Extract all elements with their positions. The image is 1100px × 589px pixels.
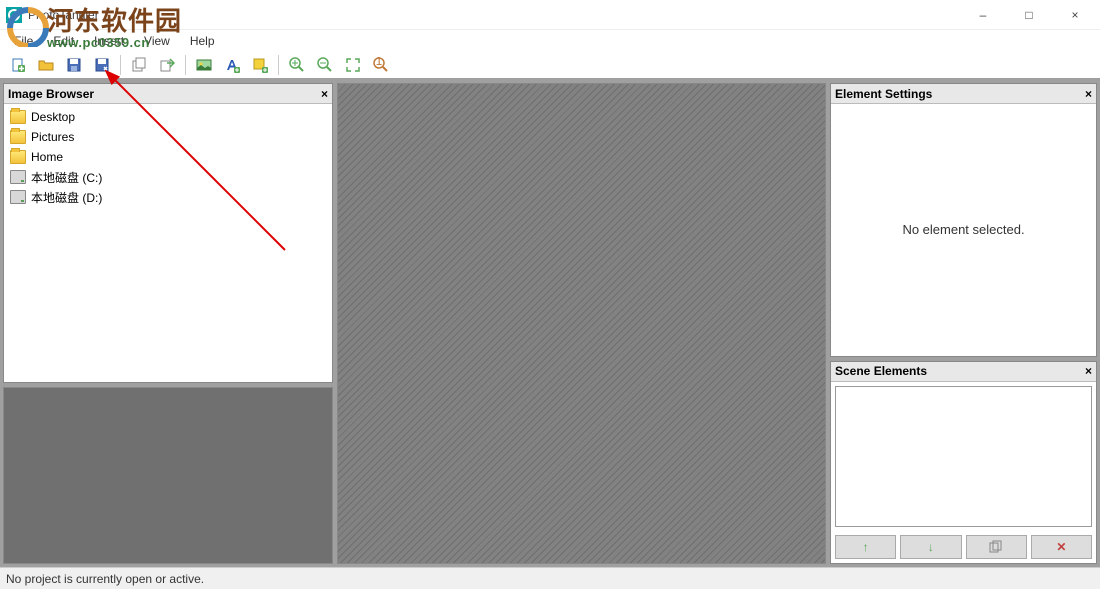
drive-icon <box>10 190 26 204</box>
folder-icon <box>10 110 26 124</box>
image-browser-panel: Image Browser × Desktop Pictures Home 本地… <box>3 83 333 383</box>
tree-item-home[interactable]: Home <box>4 147 332 167</box>
zoom-out-button[interactable] <box>313 53 337 77</box>
tree-label: 本地磁盘 (C:) <box>31 169 102 186</box>
menu-view[interactable]: View <box>134 32 180 50</box>
export-button[interactable] <box>155 53 179 77</box>
scene-buttons: ↑ ↓ ✕ <box>831 531 1096 563</box>
scene-elements-title: Scene Elements <box>835 364 927 378</box>
statusbar: No project is currently open or active. <box>0 567 1100 589</box>
window-buttons: – □ × <box>960 0 1098 30</box>
tree-label: Home <box>31 150 63 164</box>
preview-pane <box>3 387 333 564</box>
toolbar-separator <box>120 55 121 75</box>
menu-help[interactable]: Help <box>180 32 225 50</box>
image-browser-title: Image Browser <box>8 87 94 101</box>
tree-item-drive-d[interactable]: 本地磁盘 (D:) <box>4 187 332 207</box>
element-settings-title: Element Settings <box>835 87 932 101</box>
titlebar: PhotoTangler – □ × <box>0 0 1100 30</box>
folder-icon <box>10 150 26 164</box>
element-settings-panel: Element Settings × No element selected. <box>830 83 1097 357</box>
zoom-fit-button[interactable] <box>341 53 365 77</box>
delete-element-button[interactable]: ✕ <box>1031 535 1092 559</box>
scene-elements-panel: Scene Elements × ↑ ↓ ✕ <box>830 361 1097 564</box>
zoom-in-button[interactable] <box>285 53 309 77</box>
scene-elements-close-icon[interactable]: × <box>1085 364 1092 378</box>
right-column: Element Settings × No element selected. … <box>830 83 1097 564</box>
menu-edit[interactable]: Edit <box>43 32 84 50</box>
open-button[interactable] <box>34 53 58 77</box>
scene-elements-list[interactable] <box>835 386 1092 527</box>
menu-file[interactable]: File <box>4 32 43 50</box>
app-title: PhotoTangler <box>28 8 99 22</box>
save-button[interactable] <box>62 53 86 77</box>
toolbar: 1 <box>0 52 1100 80</box>
tree-label: 本地磁盘 (D:) <box>31 189 102 206</box>
toolbar-separator <box>185 55 186 75</box>
tree-item-drive-c[interactable]: 本地磁盘 (C:) <box>4 167 332 187</box>
element-settings-close-icon[interactable]: × <box>1085 87 1092 101</box>
insert-shape-button[interactable] <box>248 53 272 77</box>
element-settings-header: Element Settings × <box>831 84 1096 104</box>
tree-label: Desktop <box>31 110 75 124</box>
tree-item-desktop[interactable]: Desktop <box>4 107 332 127</box>
drive-icon <box>10 170 26 184</box>
new-project-button[interactable] <box>6 53 30 77</box>
zoom-actual-button[interactable]: 1 <box>369 53 393 77</box>
app-icon <box>6 7 22 23</box>
scene-elements-header: Scene Elements × <box>831 362 1096 382</box>
move-down-button[interactable]: ↓ <box>900 535 961 559</box>
insert-text-button[interactable] <box>220 53 244 77</box>
insert-image-button[interactable] <box>192 53 216 77</box>
image-browser-close-icon[interactable]: × <box>321 87 328 101</box>
duplicate-element-button[interactable] <box>966 535 1027 559</box>
tree-label: Pictures <box>31 130 74 144</box>
duplicate-button[interactable] <box>127 53 151 77</box>
toolbar-separator <box>278 55 279 75</box>
maximize-button[interactable]: □ <box>1006 0 1052 30</box>
center-column <box>337 83 826 564</box>
save-as-button[interactable] <box>90 53 114 77</box>
element-settings-empty: No element selected. <box>831 104 1096 356</box>
canvas[interactable] <box>337 83 826 564</box>
close-button[interactable]: × <box>1052 0 1098 30</box>
image-browser-tree[interactable]: Desktop Pictures Home 本地磁盘 (C:) 本地磁盘 (D:… <box>4 104 332 382</box>
left-column: Image Browser × Desktop Pictures Home 本地… <box>3 83 333 564</box>
status-text: No project is currently open or active. <box>6 572 204 586</box>
tree-item-pictures[interactable]: Pictures <box>4 127 332 147</box>
move-up-button[interactable]: ↑ <box>835 535 896 559</box>
menu-insert[interactable]: Insert <box>84 32 134 50</box>
svg-text:1: 1 <box>376 57 383 68</box>
menubar: File Edit Insert View Help <box>0 30 1100 52</box>
image-browser-header: Image Browser × <box>4 84 332 104</box>
minimize-button[interactable]: – <box>960 0 1006 30</box>
folder-icon <box>10 130 26 144</box>
workspace: Image Browser × Desktop Pictures Home 本地… <box>0 80 1100 567</box>
